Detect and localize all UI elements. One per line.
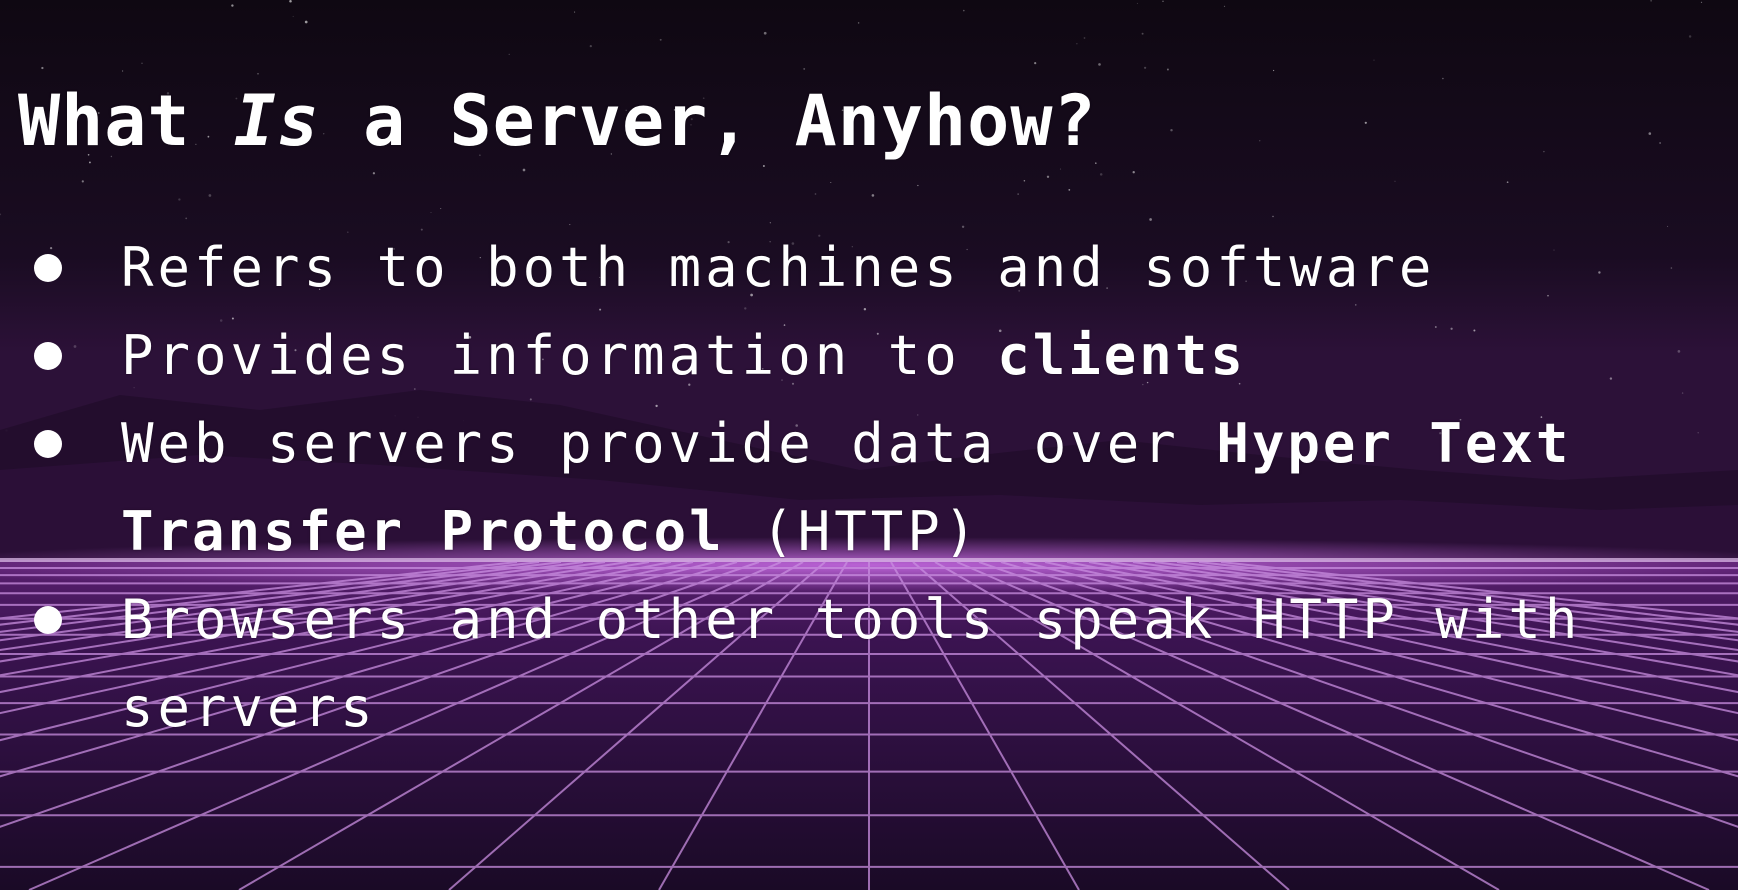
star	[589, 44, 592, 48]
star	[1023, 180, 1026, 182]
star	[1034, 61, 1037, 65]
star	[1162, 0, 1164, 2]
star	[1149, 218, 1152, 221]
bullet-dot	[34, 606, 62, 634]
star	[1364, 121, 1367, 124]
star	[1059, 168, 1062, 170]
star	[857, 22, 860, 24]
star	[440, 208, 442, 210]
slide-title: What Is a Server, Anyhow?	[18, 78, 1097, 164]
star	[659, 38, 662, 41]
star	[292, 15, 294, 18]
bullet-item: Provides information to clients	[0, 312, 1738, 400]
star	[1132, 171, 1135, 174]
bullet-text-suffix: (HTTP)	[724, 500, 981, 563]
star	[508, 53, 510, 56]
star	[1098, 63, 1101, 66]
bullet-dot	[34, 342, 62, 370]
bullet-text: Web servers provide data over	[121, 412, 1217, 475]
star	[1141, 32, 1144, 35]
star	[1700, 1, 1703, 3]
bullet-text: Browsers and other tools speak HTTP with…	[121, 588, 1582, 739]
star	[1543, 150, 1545, 153]
star	[1046, 175, 1050, 178]
star	[1394, 180, 1396, 182]
star	[1259, 140, 1261, 142]
star	[1068, 188, 1071, 191]
star	[1650, 0, 1652, 2]
star	[1083, 37, 1086, 39]
star	[1017, 193, 1019, 195]
star	[1648, 132, 1652, 135]
star	[178, 198, 181, 201]
bullet-list: Refers to both machines and software Pro…	[0, 224, 1738, 752]
bullet-bold-term: clients	[997, 324, 1246, 387]
bullet-item: Browsers and other tools speak HTTP with…	[0, 576, 1738, 752]
star	[763, 31, 767, 35]
bullet-text: Refers to both machines and software	[121, 236, 1436, 299]
star	[430, 211, 432, 214]
star	[1272, 69, 1275, 72]
star	[1099, 173, 1103, 176]
bullet-item: Refers to both machines and software	[0, 224, 1738, 312]
title-emphasis: Is	[233, 80, 321, 162]
star	[1143, 66, 1147, 69]
bullet-dot	[34, 254, 62, 282]
star	[803, 67, 806, 70]
star	[814, 193, 817, 195]
star	[917, 184, 919, 187]
bullet-dot	[34, 430, 62, 458]
title-start: What	[18, 80, 234, 162]
star	[257, 72, 259, 75]
star	[1506, 181, 1509, 184]
title-end: a Server, Anyhow?	[320, 80, 1097, 162]
star	[185, 217, 188, 220]
star	[1659, 142, 1661, 144]
star	[1442, 77, 1444, 80]
bullet-item: Web servers provide data over Hyper Text…	[0, 400, 1738, 576]
star	[1272, 215, 1274, 218]
star	[372, 172, 376, 175]
star	[1373, 59, 1375, 61]
star	[304, 20, 308, 24]
star	[1166, 68, 1169, 71]
star	[522, 168, 526, 172]
star	[1136, 2, 1138, 4]
star	[1223, 5, 1226, 8]
star	[41, 66, 44, 70]
star	[122, 70, 124, 72]
star	[1170, 128, 1173, 132]
star	[1076, 43, 1078, 45]
star	[141, 62, 143, 64]
star	[1688, 35, 1692, 38]
star	[289, 0, 292, 3]
star	[208, 194, 212, 197]
star	[830, 181, 832, 184]
star	[762, 165, 765, 167]
bullet-text: Provides information to	[121, 324, 998, 387]
star	[81, 180, 84, 183]
star	[574, 11, 576, 13]
slide: What Is a Server, Anyhow? Refers to both…	[0, 0, 1738, 890]
star	[231, 4, 234, 7]
star	[871, 194, 875, 197]
star	[963, 9, 965, 12]
